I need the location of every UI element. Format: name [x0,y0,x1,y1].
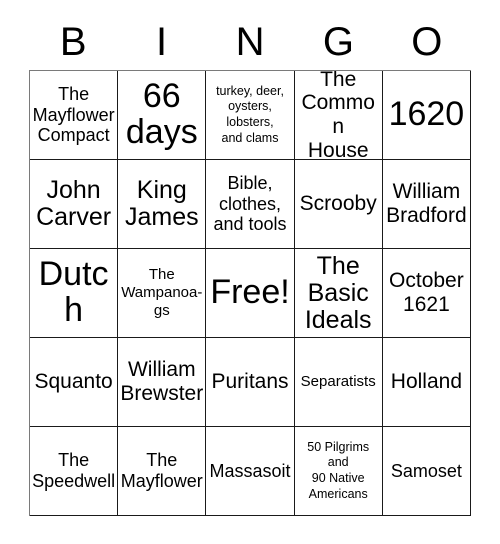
bingo-cell-label: Dutch [38,255,109,329]
bingo-cell-label: 50 Pilgrims and 90 Native Americans [307,439,370,501]
bingo-cell[interactable]: Squanto [30,338,119,427]
bingo-cell[interactable]: 66 days [118,71,207,160]
bingo-header-letter-n: N [206,14,294,70]
bingo-cell[interactable]: The Wampanoa- gs [118,249,207,338]
bingo-cell-label: Bible, clothes, and tools [213,172,287,235]
bingo-cell-label: Scrooby [299,192,377,216]
bingo-cell[interactable]: John Carver [30,160,119,249]
bingo-cell[interactable]: 50 Pilgrims and 90 Native Americans [294,427,383,516]
header-letter-text: I [156,20,168,64]
bingo-cell-label: Massasoit [209,460,291,481]
header-letter-text: G [322,20,354,64]
bingo-cell[interactable]: Scrooby [294,160,383,249]
bingo-cell-label: Squanto [34,370,113,394]
bingo-cell-label: Holland [390,370,462,394]
bingo-cell[interactable]: October 1621 [382,249,471,338]
bingo-cell[interactable]: Holland [382,338,471,427]
bingo-cell[interactable]: Bible, clothes, and tools [206,160,295,249]
bingo-cell[interactable]: The Mayflower [118,427,207,516]
header-letter-text: N [235,20,265,64]
bingo-header-row: B I N G O [29,14,471,70]
bingo-card: B I N G O The Mayflower Compact 66 days tu… [0,0,500,544]
bingo-cell-label: October 1621 [389,269,464,316]
bingo-cell-label: John Carver [36,176,112,231]
bingo-cell[interactable]: Puritans [206,338,295,427]
bingo-cell-label: King James [124,176,199,231]
bingo-cell-label: The Wampanoa- gs [121,266,203,319]
bingo-grid: The Mayflower Compact 66 days turkey, deer… [29,70,471,516]
bingo-cell[interactable]: King James [118,160,207,249]
bingo-cell[interactable]: Separatists [294,338,383,427]
bingo-cell-label: Puritans [211,370,289,394]
bingo-cell-label: Separatists [300,373,376,390]
bingo-cell-label: turkey, deer, oysters, lobsters, and cla… [216,83,284,145]
bingo-cell-label: William Brewster [120,358,204,405]
bingo-cell-label: The Speedwell [32,450,116,491]
bingo-header-letter-i: I [117,14,205,70]
bingo-cell[interactable]: William Bradford [382,160,471,249]
bingo-cell[interactable]: William Brewster [118,338,207,427]
bingo-cell[interactable]: Samoset [382,427,471,516]
header-letter-text: O [411,20,443,64]
bingo-cell-label: Samoset [390,460,462,481]
bingo-cell-label: William Bradford [386,180,467,227]
bingo-header-letter-o: O [383,14,471,70]
bingo-cell-label: Free! [210,273,290,312]
bingo-header-letter-g: G [294,14,382,70]
bingo-cell[interactable]: turkey, deer, oysters, lobsters, and cla… [206,71,295,160]
bingo-cell-label: 66 days [125,77,198,151]
bingo-cell-free[interactable]: Free! [206,249,295,338]
bingo-cell-label: The Common House [301,71,375,160]
bingo-cell[interactable]: The Basic Ideals [294,249,383,338]
header-letter-text: B [59,20,87,64]
bingo-cell[interactable]: The Common House [294,71,383,160]
bingo-cell-label: The Mayflower [120,450,203,491]
bingo-cell-label: 1620 [388,95,465,134]
bingo-cell[interactable]: The Speedwell [30,427,119,516]
bingo-cell-label: The Mayflower Compact [32,83,115,146]
bingo-cell[interactable]: 1620 [382,71,471,160]
bingo-cell-label: The Basic Ideals [304,251,372,334]
bingo-header-letter-b: B [29,14,117,70]
bingo-cell[interactable]: Massasoit [206,427,295,516]
bingo-cell[interactable]: The Mayflower Compact [30,71,119,160]
bingo-cell[interactable]: Dutch [30,249,119,338]
